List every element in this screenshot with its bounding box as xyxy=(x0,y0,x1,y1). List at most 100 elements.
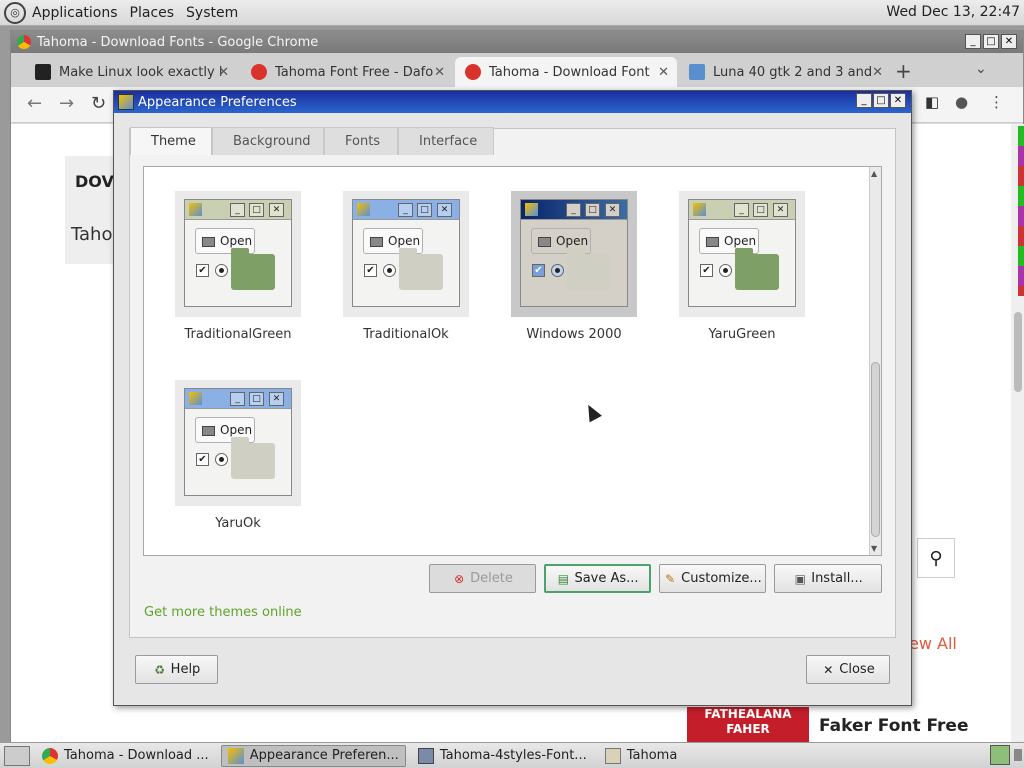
dialog-titlebar[interactable]: Appearance Preferences _ □ ✕ xyxy=(114,91,911,113)
menu-icon[interactable]: ⋮ xyxy=(989,93,1004,111)
close-dialog-button[interactable]: ✕ Close xyxy=(806,655,890,684)
theme-yarugreen[interactable]: _ □ ✕ Open ✔ YaruGreen xyxy=(677,191,807,342)
install-button[interactable]: ▣ Install... xyxy=(774,564,882,593)
install-icon: ▣ xyxy=(794,571,806,586)
theme-yaruok[interactable]: _ □ ✕ Open ✔ YaruOk xyxy=(173,380,303,531)
trash-icon[interactable] xyxy=(1014,749,1022,761)
workspace-switcher[interactable] xyxy=(990,745,1010,765)
taskbar-label: Tahoma - Download ... xyxy=(64,748,209,763)
tab-background[interactable]: Background xyxy=(212,127,324,155)
taskbar-item-tahoma-folder[interactable]: Tahoma xyxy=(599,745,684,767)
tab-theme[interactable]: Theme xyxy=(130,127,212,155)
tab-label: Tahoma - Download Font xyxy=(489,64,650,80)
chevron-down-icon[interactable]: ⌄ xyxy=(975,61,987,77)
edit-icon: ✎ xyxy=(665,571,676,586)
desktop-edge xyxy=(1018,126,1024,296)
theme-traditionalok[interactable]: _ □ ✕ Open ✔ TraditionalOk xyxy=(341,191,471,342)
appearance-icon xyxy=(118,94,134,110)
search-icon[interactable]: ⚲ xyxy=(917,538,955,578)
tab-label: Tahoma Font Free - Dafo xyxy=(275,64,434,80)
theme-name: TraditionalOk xyxy=(363,327,449,342)
theme-preview: _ □ ✕ Open ✔ xyxy=(352,199,460,307)
tab-strip: Make Linux look exactly l ✕ Tahoma Font … xyxy=(11,53,1023,87)
chrome-icon xyxy=(17,35,31,49)
scrollbar-thumb[interactable] xyxy=(871,362,880,537)
tab-label: Luna 40 gtk 2 and 3 and xyxy=(713,64,873,80)
tab-make-linux[interactable]: Make Linux look exactly l ✕ xyxy=(25,57,237,87)
close-icon[interactable]: ✕ xyxy=(434,65,445,80)
appearance-icon xyxy=(227,747,244,764)
forward-icon[interactable]: → xyxy=(59,93,74,114)
view-all-link[interactable]: ew All xyxy=(909,634,957,653)
show-desktop-button[interactable] xyxy=(4,745,30,766)
close-icon[interactable]: ✕ xyxy=(658,65,669,80)
theme-list: _ □ ✕ Open ✔ TraditionalGreen _ □ ✕ Open… xyxy=(143,166,882,556)
dialog-tabs: Theme Background Fonts Interface xyxy=(130,127,494,155)
taskbar-item-appearance[interactable]: Appearance Preferen... xyxy=(220,744,406,767)
tab-fonts[interactable]: Fonts xyxy=(324,127,398,155)
minimize-button[interactable]: _ xyxy=(856,93,872,108)
taskbar-label: Appearance Preferen... xyxy=(249,748,399,763)
faker-font-link[interactable]: Faker Font Free xyxy=(819,716,969,736)
close-icon: ✕ xyxy=(823,662,834,677)
taskbar-item-chrome[interactable]: Tahoma - Download ... xyxy=(36,745,215,767)
minimize-button[interactable]: _ xyxy=(965,34,981,49)
clock[interactable]: Wed Dec 13, 22:47 xyxy=(886,4,1020,20)
chrome-window-title: Tahoma - Download Fonts - Google Chrome xyxy=(37,34,319,50)
chrome-icon xyxy=(42,747,58,764)
close-button[interactable]: ✕ xyxy=(890,93,906,108)
customize-button[interactable]: ✎ Customize... xyxy=(659,564,766,593)
taskbar-item-archive[interactable]: Tahoma-4styles-Font... xyxy=(412,745,593,767)
close-button[interactable]: ✕ xyxy=(1001,34,1017,49)
get-more-themes-link[interactable]: Get more themes online xyxy=(144,605,302,620)
tahoma-text: Taho xyxy=(71,224,113,245)
dialog-title: Appearance Preferences xyxy=(138,94,297,110)
chrome-titlebar[interactable]: Tahoma - Download Fonts - Google Chrome … xyxy=(11,31,1023,53)
profile-icon[interactable]: ● xyxy=(955,93,968,111)
taskbar: Tahoma - Download ... Appearance Prefere… xyxy=(0,742,1024,768)
archive-icon xyxy=(417,747,434,764)
theme-preview: _ □ ✕ Open ✔ xyxy=(184,388,292,496)
close-icon[interactable]: ✕ xyxy=(872,65,883,80)
menu-system[interactable]: System xyxy=(186,5,238,21)
theme-preview: _ □ ✕ Open ✔ xyxy=(520,199,628,307)
tab-tahoma-download[interactable]: Tahoma - Download Font ✕ xyxy=(455,57,677,87)
maximize-button[interactable]: □ xyxy=(873,93,889,108)
theme-name: YaruOk xyxy=(215,516,261,531)
save-as-button[interactable]: ▤ Save As... xyxy=(544,564,651,593)
menu-applications[interactable]: Applications xyxy=(32,5,118,21)
windows-logo-icon xyxy=(35,64,51,80)
help-button[interactable]: ♻ Help xyxy=(135,655,218,684)
delete-button[interactable]: ⊗ Delete xyxy=(429,564,536,593)
tab-interface[interactable]: Interface xyxy=(398,127,494,155)
theme-name: TraditionalGreen xyxy=(184,327,292,342)
tab-luna[interactable]: Luna 40 gtk 2 and 3 and ✕ xyxy=(679,57,891,87)
tab-tahoma-font-free[interactable]: Tahoma Font Free - Dafo ✕ xyxy=(241,57,453,87)
dafont-icon xyxy=(465,64,481,80)
back-icon[interactable]: ← xyxy=(27,93,42,114)
theme-traditionalgreen[interactable]: _ □ ✕ Open ✔ TraditionalGreen xyxy=(173,191,303,342)
taskbar-label: Tahoma-4styles-Font... xyxy=(439,748,587,763)
download-heading: DOV xyxy=(75,172,114,191)
theme-windows-2000[interactable]: _ □ ✕ Open ✔ Windows 2000 xyxy=(509,191,639,342)
theme-name: YaruGreen xyxy=(708,327,776,342)
close-icon[interactable]: ✕ xyxy=(218,65,229,80)
menu-places[interactable]: Places xyxy=(130,5,175,21)
reload-icon[interactable]: ↻ xyxy=(91,93,106,114)
faker-font-image[interactable]: FATHEALANA FAHER xyxy=(687,707,809,743)
new-tab-button[interactable]: + xyxy=(895,59,912,83)
gnome-look-icon xyxy=(689,64,705,80)
theme-list-scrollbar[interactable]: ▲ ▼ xyxy=(869,167,881,555)
maximize-button[interactable]: □ xyxy=(983,34,999,49)
appearance-preferences-dialog: Appearance Preferences _ □ ✕ Theme Backg… xyxy=(113,90,912,706)
distro-logo-icon[interactable]: ◎ xyxy=(4,1,26,24)
folder-icon xyxy=(604,747,621,764)
dafont-icon xyxy=(251,64,267,80)
save-icon: ▤ xyxy=(557,571,570,586)
theme-name: Windows 2000 xyxy=(526,327,622,342)
delete-icon: ⊗ xyxy=(454,571,465,586)
top-panel: ◎ Applications Places System Wed Dec 13,… xyxy=(0,0,1024,26)
theme-preview: _ □ ✕ Open ✔ xyxy=(184,199,292,307)
theme-preview: _ □ ✕ Open ✔ xyxy=(688,199,796,307)
sidebar-icon[interactable]: ◧ xyxy=(925,93,939,111)
